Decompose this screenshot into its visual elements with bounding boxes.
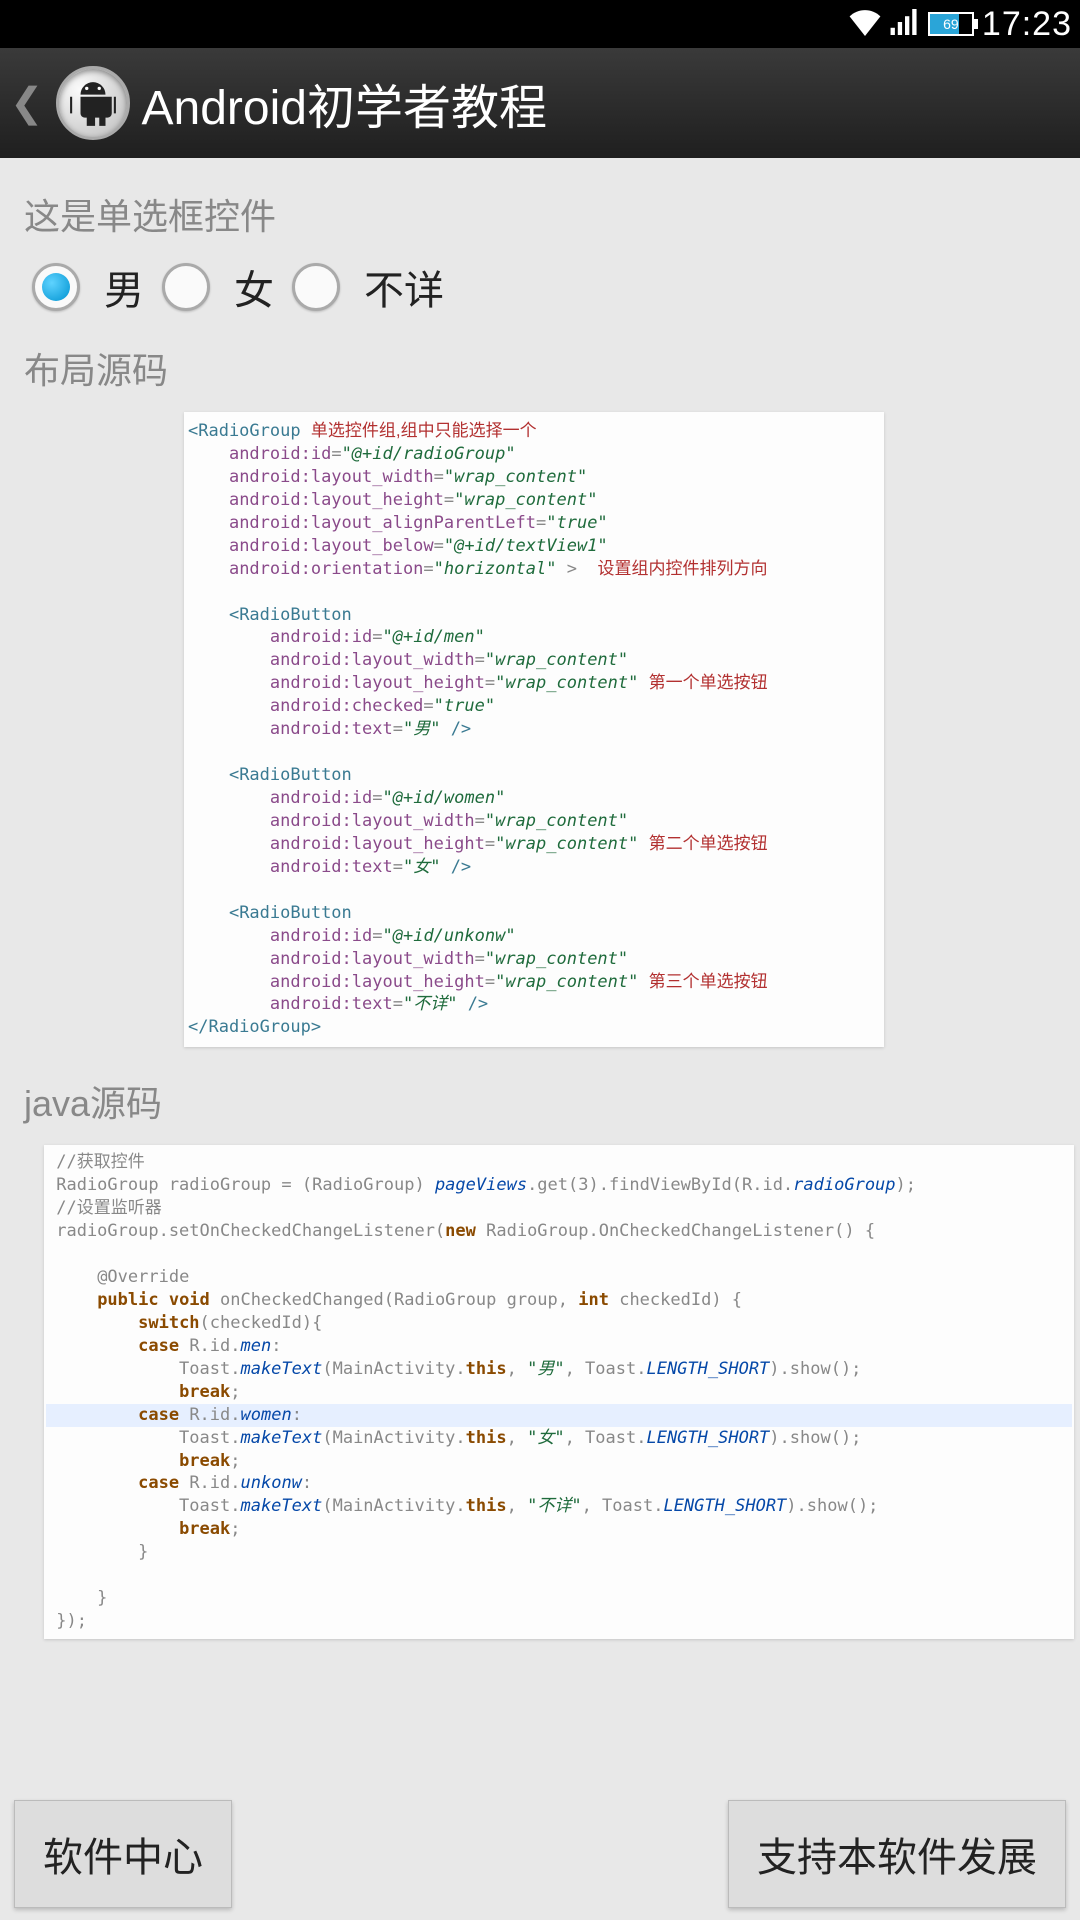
back-icon[interactable]: ❮ <box>10 80 44 126</box>
support-button[interactable]: 支持本软件发展 <box>728 1800 1066 1908</box>
radio-label: 男 <box>104 258 144 316</box>
radio-button[interactable] <box>292 263 340 311</box>
radio-section-label: 这是单选框控件 <box>24 188 1056 240</box>
app-icon[interactable] <box>56 66 130 140</box>
status-bar: 69 17:23 <box>0 0 1080 48</box>
software-center-button[interactable]: 软件中心 <box>14 1800 232 1908</box>
app-title: Android初学者教程 <box>142 68 547 138</box>
radio-item[interactable]: 男 <box>32 258 144 316</box>
xml-code-block: <RadioGroup 单选控件组,组中只能选择一个 android:id="@… <box>184 412 884 1047</box>
layout-src-label: 布局源码 <box>24 342 1056 394</box>
radio-item[interactable]: 不详 <box>292 258 444 316</box>
signal-icon <box>890 9 920 40</box>
radio-label: 女 <box>234 258 274 316</box>
java-code-block: //获取控件 RadioGroup radioGroup = (RadioGro… <box>44 1145 1074 1639</box>
title-bar: ❮ Android初学者教程 <box>0 48 1080 158</box>
radio-group[interactable]: 男 女 不详 <box>32 258 1056 316</box>
battery-icon: 69 <box>928 12 974 36</box>
content-area: 这是单选框控件 男 女 不详 布局源码 <RadioGroup 单选控件组,组中只能… <box>0 158 1080 1639</box>
bottom-buttons: 软件中心 支持本软件发展 <box>0 1800 1080 1908</box>
wifi-icon <box>848 8 882 41</box>
radio-item[interactable]: 女 <box>162 258 274 316</box>
status-clock: 17:23 <box>982 5 1072 44</box>
radio-button[interactable] <box>32 263 80 311</box>
java-src-label: java源码 <box>24 1075 1056 1127</box>
radio-label: 不详 <box>364 258 444 316</box>
radio-button[interactable] <box>162 263 210 311</box>
